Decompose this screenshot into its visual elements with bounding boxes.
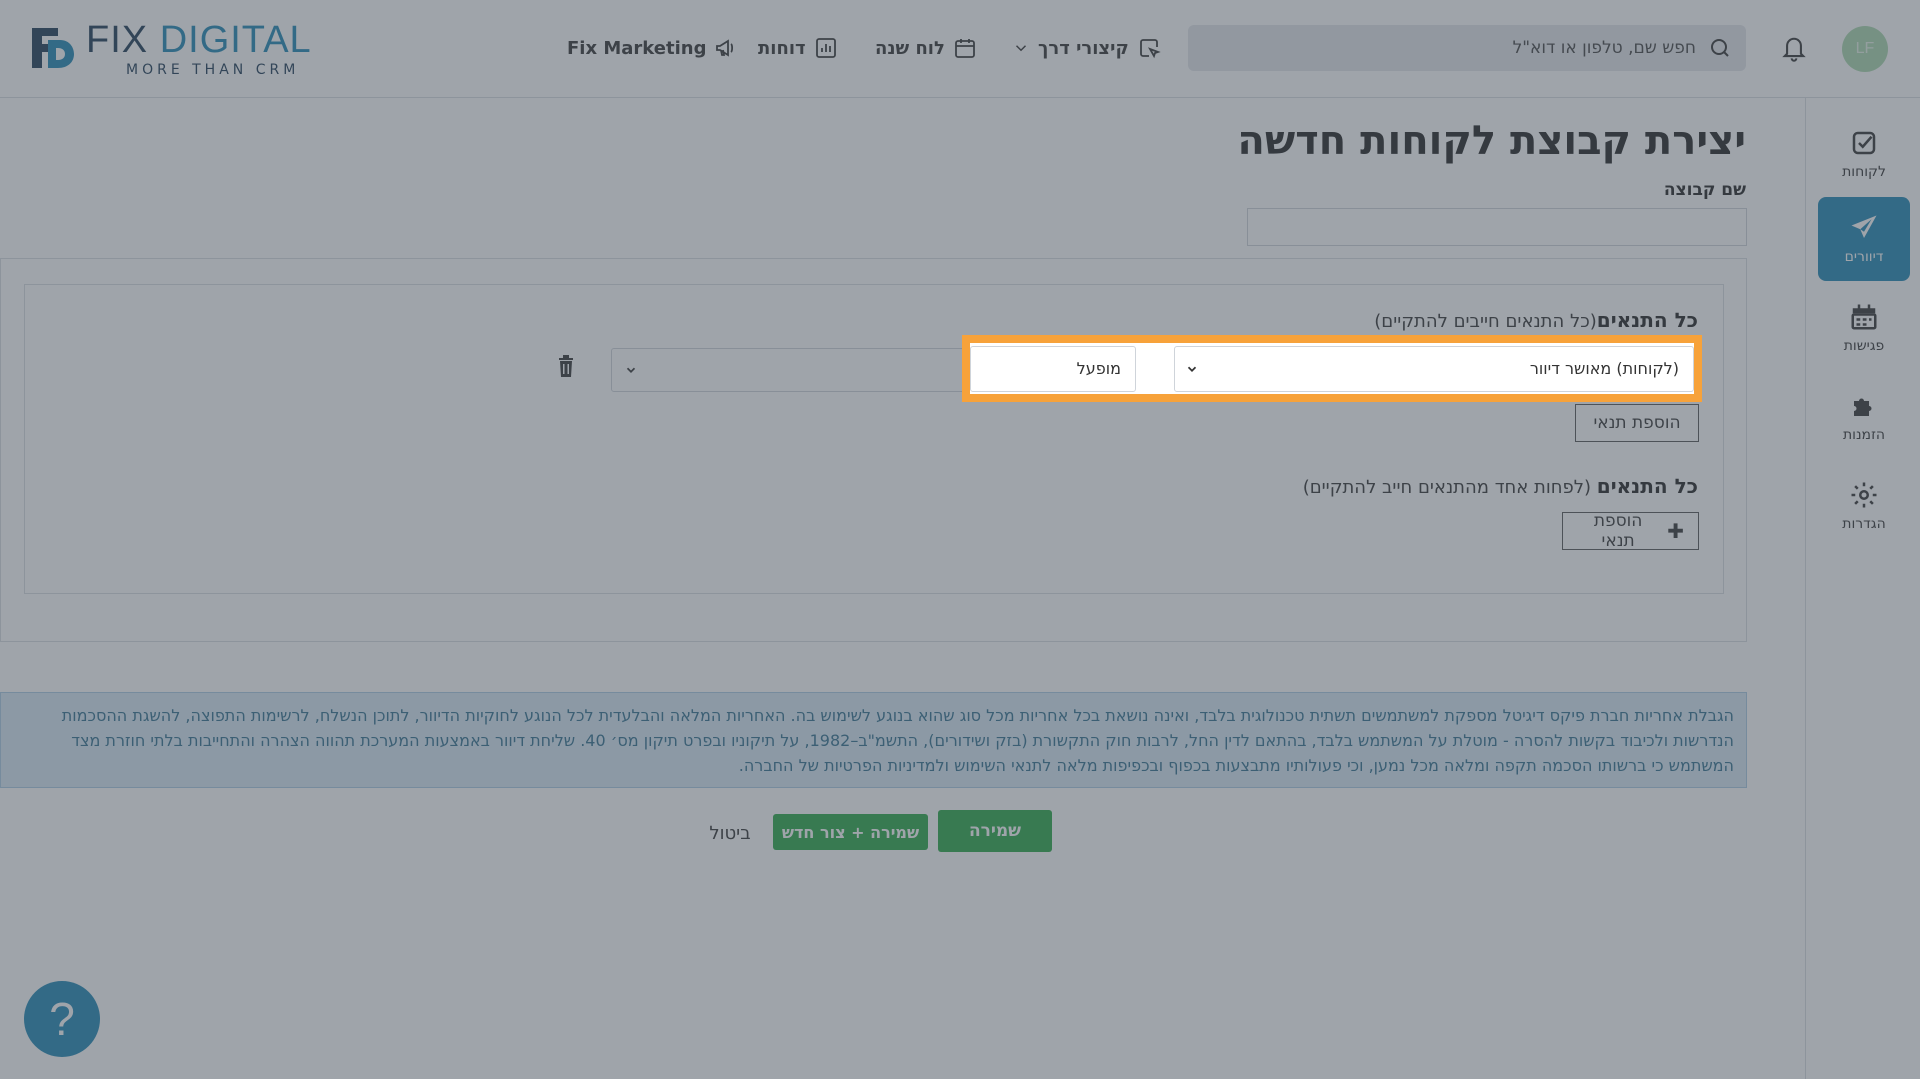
calendar-icon (954, 39, 975, 58)
sidebar-item-settings[interactable]: הגדרות (1818, 464, 1910, 548)
sidebar-item-label: דיוורים (1844, 249, 1884, 265)
sidebar-item-label: הגדרות (1842, 516, 1886, 532)
liability-disclaimer: הגבלת אחריות חברת פיקס דיגיטל מספקת למשת… (0, 692, 1747, 788)
right-sidebar: לקוחות דיוורים פגישות הזמנות הגדרות (1805, 98, 1920, 1079)
trash-icon[interactable] (557, 355, 575, 377)
condition-field-dropdown[interactable]: (לקוחות) מאושר דיוור (1174, 346, 1694, 392)
save-button[interactable]: שמירה (938, 810, 1052, 852)
help-button[interactable]: ? (24, 981, 100, 1057)
sidebar-item-mailings[interactable]: דיוורים (1818, 197, 1910, 281)
plus-icon: ✚ (1667, 519, 1684, 543)
nav-fix-marketing-label: Fix Marketing (567, 37, 707, 59)
brand-mark-icon (32, 28, 74, 68)
nav-fix-marketing[interactable]: Fix Marketing (567, 30, 738, 66)
global-search (1188, 25, 1746, 71)
bell-icon[interactable] (1780, 33, 1808, 63)
nav-calendar-label: לוח שנה (875, 37, 945, 59)
chevron-down-icon (1187, 366, 1197, 372)
paper-plane-icon (1851, 215, 1877, 238)
chevron-down-icon (626, 367, 636, 373)
nav-calendar[interactable]: לוח שנה (875, 30, 977, 66)
bar-chart-icon (815, 38, 836, 58)
highlighted-condition-row: מופעל (לקוחות) מאושר דיוור (962, 335, 1702, 402)
gear-icon (1851, 482, 1877, 508)
calendar-grid-icon (1851, 304, 1877, 330)
nav-reports[interactable]: דוחות (758, 30, 838, 66)
condition-value-field[interactable]: מופעל (970, 346, 1136, 392)
brand-tagline: MORE THAN CRM (126, 62, 300, 78)
sidebar-item-label: פגישות (1843, 338, 1885, 354)
brand-name: FIX DIGITAL (86, 19, 312, 61)
condition-field-value: (לקוחות) מאושר דיוור (1529, 359, 1679, 378)
cancel-button[interactable]: ביטול (700, 818, 760, 848)
search-icon[interactable] (1708, 36, 1732, 60)
any-conditions-title: כל התנאים (1596, 474, 1698, 498)
nav-shortcuts[interactable]: קיצורי דרך (1012, 30, 1161, 66)
save-and-new-button[interactable]: שמירה + צור חדש (773, 814, 928, 850)
all-conditions-heading: כל התנאים(כל התנאים חייבים להתקיים) (1374, 308, 1698, 332)
search-input[interactable] (1216, 25, 1696, 71)
all-conditions-title: כל התנאים (1596, 308, 1698, 332)
add-condition-any-button[interactable]: ✚ הוספת תנאי (1562, 511, 1699, 551)
sidebar-item-customers[interactable]: לקוחות (1818, 112, 1910, 196)
any-conditions-hint: (לפחות אחד מהתנאים חייב להתקיים) (1302, 477, 1597, 498)
group-name-label: שם קבוצה (1663, 180, 1746, 200)
chevron-down-icon (1015, 45, 1027, 52)
megaphone-icon (716, 39, 734, 57)
group-name-input[interactable] (1247, 208, 1747, 246)
add-condition-all-button[interactable]: הוספת תנאי (1575, 404, 1699, 442)
sidebar-item-label: הזמנות (1842, 427, 1886, 443)
add-condition-label: הוספת תנאי (1593, 511, 1643, 551)
add-condition-label: הוספת תנאי (1593, 413, 1681, 433)
user-avatar[interactable]: LF (1842, 26, 1888, 72)
sidebar-item-orders[interactable]: הזמנות (1818, 375, 1910, 459)
checkbox-icon (1852, 131, 1876, 155)
top-header: FIX DIGITAL MORE THAN CRM Fix Marketing … (0, 0, 1920, 98)
sidebar-item-meetings[interactable]: פגישות (1818, 286, 1910, 370)
puzzle-icon (1854, 398, 1872, 416)
sidebar-item-label: לקוחות (1842, 164, 1886, 180)
any-conditions-heading: כל התנאים (לפחות אחד מהתנאים חייב להתקיי… (1303, 474, 1698, 498)
page-title: יצירת קבוצת לקוחות חדשה (1237, 118, 1746, 164)
all-conditions-hint: (כל התנאים חייבים להתקיים) (1374, 311, 1597, 332)
cursor-click-icon (1139, 39, 1161, 59)
brand-logo[interactable]: FIX DIGITAL MORE THAN CRM (28, 19, 348, 78)
nav-reports-label: דוחות (758, 37, 806, 59)
nav-shortcuts-label: קיצורי דרך (1038, 37, 1129, 59)
